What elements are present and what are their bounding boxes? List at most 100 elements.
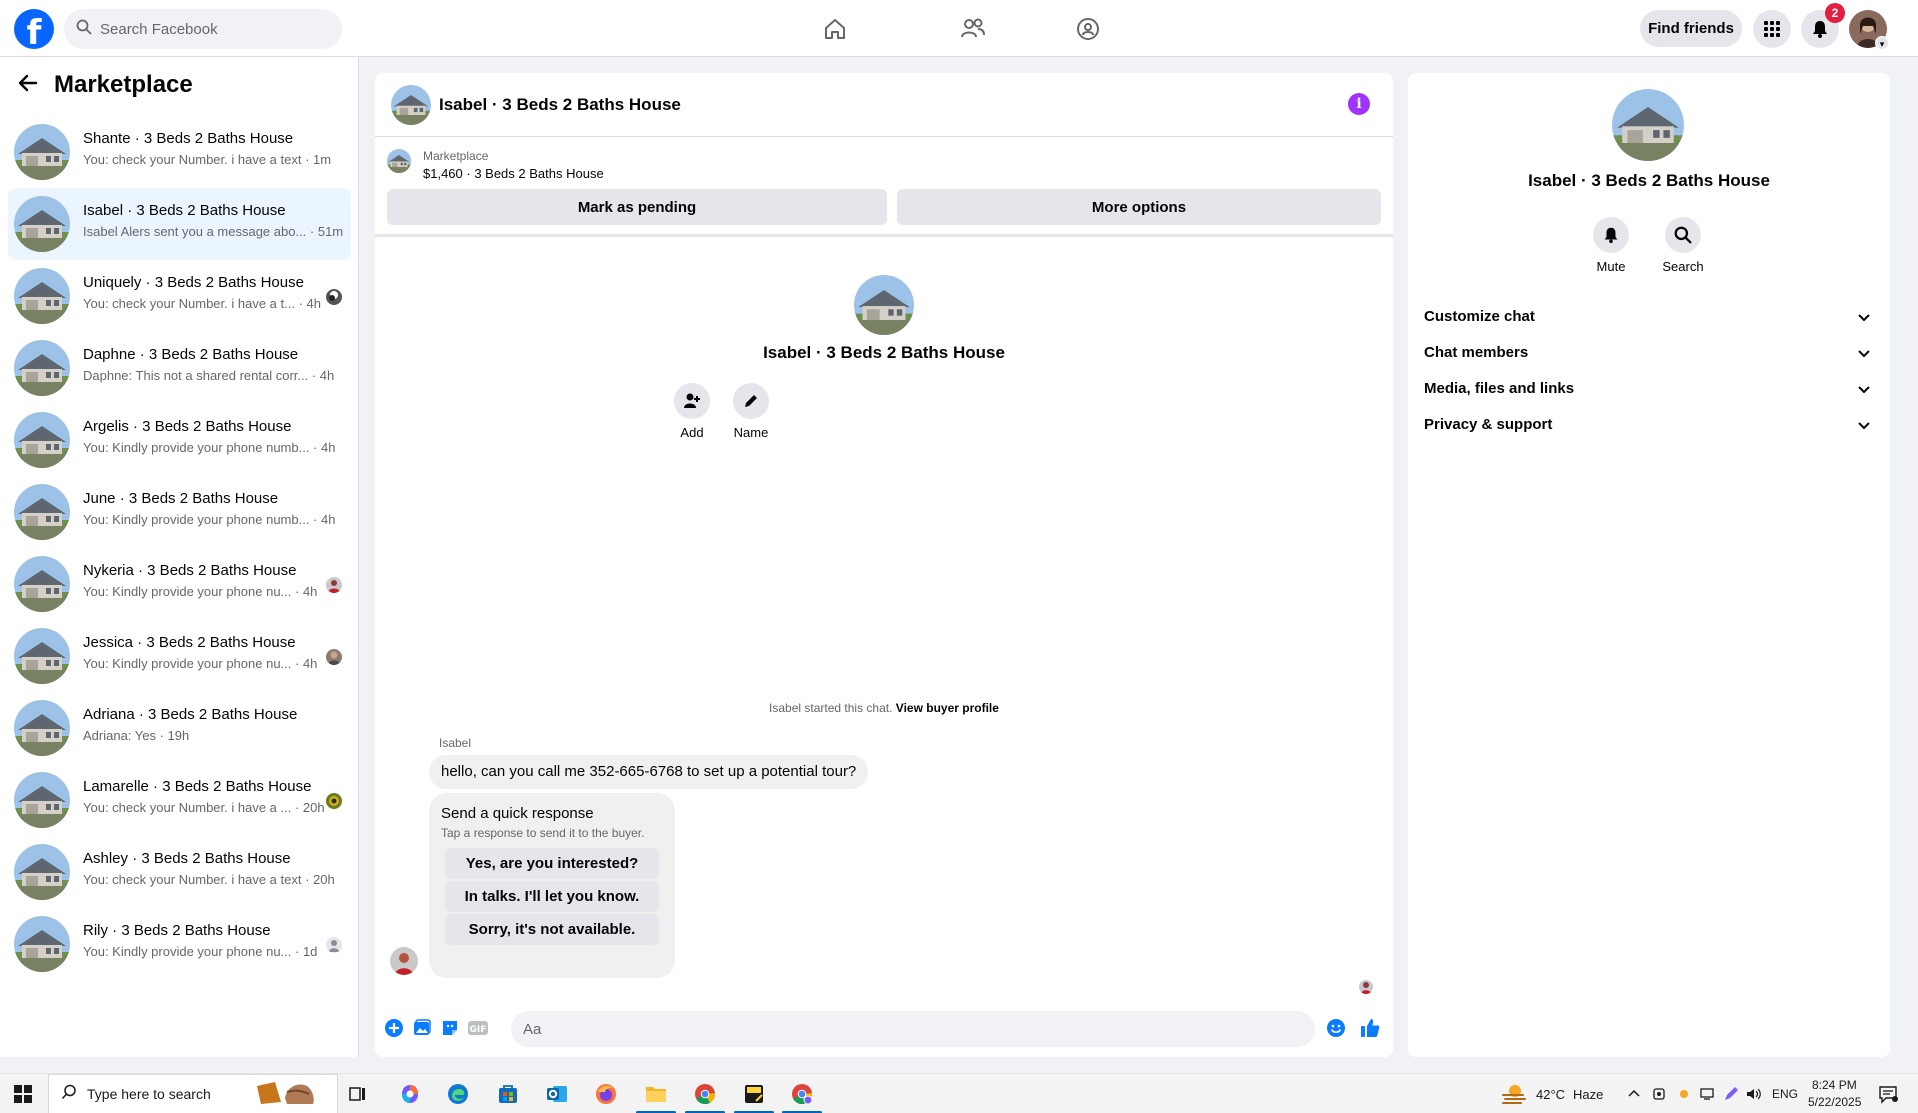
sticker-icon[interactable] <box>439 1017 461 1039</box>
conversation-item[interactable]: Uniquely · 3 Beds 2 Baths House You: chec… <box>8 260 351 332</box>
add-person-icon[interactable] <box>674 383 710 419</box>
listing-thumbnail <box>14 916 70 972</box>
weather-description[interactable]: Haze <box>1573 1087 1603 1102</box>
chrome-icon[interactable] <box>691 1080 719 1108</box>
clock-date[interactable]: 5/22/2025 <box>1808 1095 1861 1109</box>
quick-response-button[interactable]: In talks. I'll let you know. <box>445 881 659 912</box>
weather-haze-icon[interactable] <box>1500 1080 1528 1108</box>
conversation-preview: You: Kindly provide your phone nu... · 1… <box>83 944 318 959</box>
chevron-up-icon[interactable] <box>1620 1080 1648 1108</box>
friends-icon[interactable] <box>956 12 990 46</box>
windows-start-icon[interactable] <box>9 1080 37 1108</box>
outlook-icon[interactable] <box>543 1080 571 1108</box>
conversation-item[interactable]: Ashley · 3 Beds 2 Baths House You: check … <box>8 836 351 908</box>
conversation-item[interactable]: Argelis · 3 Beds 2 Baths House You: Kindl… <box>8 404 351 476</box>
file-explorer-icon[interactable] <box>642 1080 670 1108</box>
chevron-down-icon[interactable]: ▾ <box>1875 36 1889 50</box>
groups-icon[interactable] <box>1071 12 1105 46</box>
photo-icon[interactable] <box>411 1017 433 1039</box>
conversation-item[interactable]: June · 3 Beds 2 Baths House You: Kindly p… <box>8 476 351 548</box>
listing-thumbnail[interactable] <box>387 149 411 173</box>
gif-icon[interactable]: GIF <box>467 1017 489 1039</box>
conversation-item[interactable]: Rily · 3 Beds 2 Baths House You: Kindly p… <box>8 908 351 980</box>
conversation-item[interactable]: Adriana · 3 Beds 2 Baths House Adriana: Y… <box>8 692 351 764</box>
pencil-icon[interactable] <box>733 383 769 419</box>
quick-response-button[interactable]: Sorry, it's not available. <box>445 914 659 945</box>
quick-response-button[interactable]: Yes, are you interested? <box>445 848 659 879</box>
conversation-item[interactable]: Shante · 3 Beds 2 Baths House You: check … <box>8 116 351 188</box>
weather-temperature[interactable]: 42°C <box>1536 1087 1565 1102</box>
search-icon[interactable] <box>1665 217 1701 253</box>
info-icon[interactable]: i <box>1348 93 1370 115</box>
incoming-message[interactable]: hello, can you call me 352-665-6768 to s… <box>429 755 869 789</box>
taskbar-search-input[interactable] <box>87 1086 247 1102</box>
emoji-icon[interactable] <box>1325 1017 1347 1039</box>
listing-thumbnail <box>14 700 70 756</box>
chrome-profile-icon[interactable] <box>788 1080 816 1108</box>
chat-intro-avatar[interactable] <box>854 275 914 335</box>
notification-center-icon[interactable] <box>1874 1080 1902 1108</box>
language-indicator[interactable]: ENG <box>1772 1087 1798 1101</box>
bell-icon[interactable] <box>1593 217 1629 253</box>
search-bar[interactable] <box>64 9 342 49</box>
microsoft-store-icon[interactable] <box>494 1080 522 1108</box>
chat-intro-title: Isabel · 3 Beds 2 Baths House <box>763 343 1005 362</box>
mark-as-pending-button[interactable]: Mark as pending <box>387 189 887 225</box>
search-input[interactable] <box>100 20 320 38</box>
clock-time[interactable]: 8:24 PM <box>1812 1078 1857 1092</box>
conversation-title: Rily · 3 Beds 2 Baths House <box>83 922 271 939</box>
listing-price[interactable]: $1,460 · 3 Beds 2 Baths House <box>423 166 604 181</box>
view-buyer-profile-link[interactable]: View buyer profile <box>896 701 999 715</box>
back-arrow-icon[interactable] <box>18 73 38 98</box>
more-options-button[interactable]: More options <box>897 189 1381 225</box>
quick-response-subtitle: Tap a response to send it to the buyer. <box>441 826 645 840</box>
message-input[interactable] <box>511 1011 1315 1047</box>
conversation-item[interactable]: Daphne · 3 Beds 2 Baths House Daphne: Thi… <box>8 332 351 404</box>
task-view-icon[interactable] <box>344 1080 372 1108</box>
firefox-icon[interactable] <box>592 1080 620 1108</box>
chevron-down-icon <box>1856 417 1872 433</box>
thumbs-up-icon[interactable] <box>1359 1017 1381 1039</box>
conversation-title: Adriana · 3 Beds 2 Baths House <box>83 706 298 723</box>
sender-name: Isabel <box>439 736 472 750</box>
conversation-item[interactable]: Lamarelle · 3 Beds 2 Baths House You: che… <box>8 764 351 836</box>
privacy-support-section[interactable]: Privacy & support <box>1416 407 1882 443</box>
search-action[interactable]: Search <box>1653 217 1713 274</box>
name-chat-action[interactable]: Name <box>721 383 781 440</box>
conversation-item[interactable]: Nykeria · 3 Beds 2 Baths House You: Kindl… <box>8 548 351 620</box>
taskbar-search[interactable] <box>48 1074 338 1113</box>
edge-icon[interactable] <box>444 1080 472 1108</box>
volume-icon[interactable] <box>1740 1080 1768 1108</box>
meet-now-icon[interactable] <box>1645 1080 1673 1108</box>
plus-circle-icon[interactable] <box>383 1017 405 1039</box>
media-files-links-section[interactable]: Media, files and links <box>1416 371 1882 407</box>
seen-indicator-avatar <box>1359 980 1373 994</box>
conversation-title: Shante · 3 Beds 2 Baths House <box>83 130 294 147</box>
conversation-preview: Daphne: This not a shared rental corr...… <box>83 368 335 383</box>
notification-badge: 2 <box>1825 3 1845 23</box>
chat-title[interactable]: Isabel · 3 Beds 2 Baths House <box>439 95 681 115</box>
listing-banner: Marketplace $1,460 · 3 Beds 2 Baths Hous… <box>375 137 1393 237</box>
chat-header: Isabel · 3 Beds 2 Baths House i <box>375 73 1393 137</box>
info-panel-title: Isabel · 3 Beds 2 Baths House <box>1528 171 1770 190</box>
sticky-notes-icon[interactable] <box>740 1080 768 1108</box>
chat-members-section[interactable]: Chat members <box>1416 335 1882 371</box>
info-panel-avatar[interactable] <box>1612 89 1684 161</box>
conversation-item[interactable]: Jessica · 3 Beds 2 Baths House You: Kindl… <box>8 620 351 692</box>
mute-action[interactable]: Mute <box>1581 217 1641 274</box>
conversation-list: Shante · 3 Beds 2 Baths House You: check … <box>0 116 359 980</box>
conversation-preview: Adriana: Yes · 19h <box>83 728 190 743</box>
copilot-icon[interactable] <box>396 1080 424 1108</box>
menu-grid-icon[interactable] <box>1753 10 1791 48</box>
home-icon[interactable] <box>818 12 852 46</box>
customize-chat-section[interactable]: Customize chat <box>1416 299 1882 335</box>
conversation-title: Daphne · 3 Beds 2 Baths House <box>83 346 299 363</box>
chat-thumbnail[interactable] <box>391 85 431 125</box>
conversation-item[interactable]: Isabel · 3 Beds 2 Baths House Isabel Aler… <box>8 188 351 260</box>
find-friends-button[interactable]: Find friends <box>1640 10 1742 47</box>
chevron-down-icon <box>1856 345 1872 361</box>
add-people-action[interactable]: Add <box>662 383 722 440</box>
listing-thumbnail <box>14 124 70 180</box>
facebook-logo[interactable]: f <box>14 9 54 49</box>
sender-avatar[interactable] <box>390 947 418 975</box>
